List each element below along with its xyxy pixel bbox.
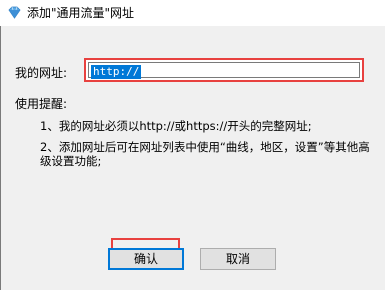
dialog-window: 添加"通用流量"网址 我的网址: http:// 使用提醒: 1、我的网址必须以… bbox=[0, 0, 385, 290]
url-input[interactable]: http:// bbox=[88, 62, 360, 79]
diamond-icon bbox=[8, 6, 21, 19]
url-input-highlight: http:// bbox=[84, 58, 364, 82]
confirm-button[interactable]: 确认 bbox=[108, 248, 184, 270]
tip-item-1: 1、我的网址必须以http://或https://开头的完整网址; bbox=[40, 119, 312, 133]
url-label: 我的网址: bbox=[15, 66, 68, 80]
title-bar[interactable]: 添加"通用流量"网址 bbox=[0, 0, 385, 26]
cancel-button[interactable]: 取消 bbox=[200, 248, 276, 270]
dialog-title: 添加"通用流量"网址 bbox=[27, 6, 135, 20]
tips-heading: 使用提醒: bbox=[15, 97, 68, 111]
tip-item-2: 2、添加网址后可在网址列表中使用“曲线，地区，设置”等其他高级设置功能; bbox=[40, 140, 370, 168]
url-input-value[interactable]: http:// bbox=[91, 65, 142, 79]
window-border bbox=[0, 26, 1, 290]
